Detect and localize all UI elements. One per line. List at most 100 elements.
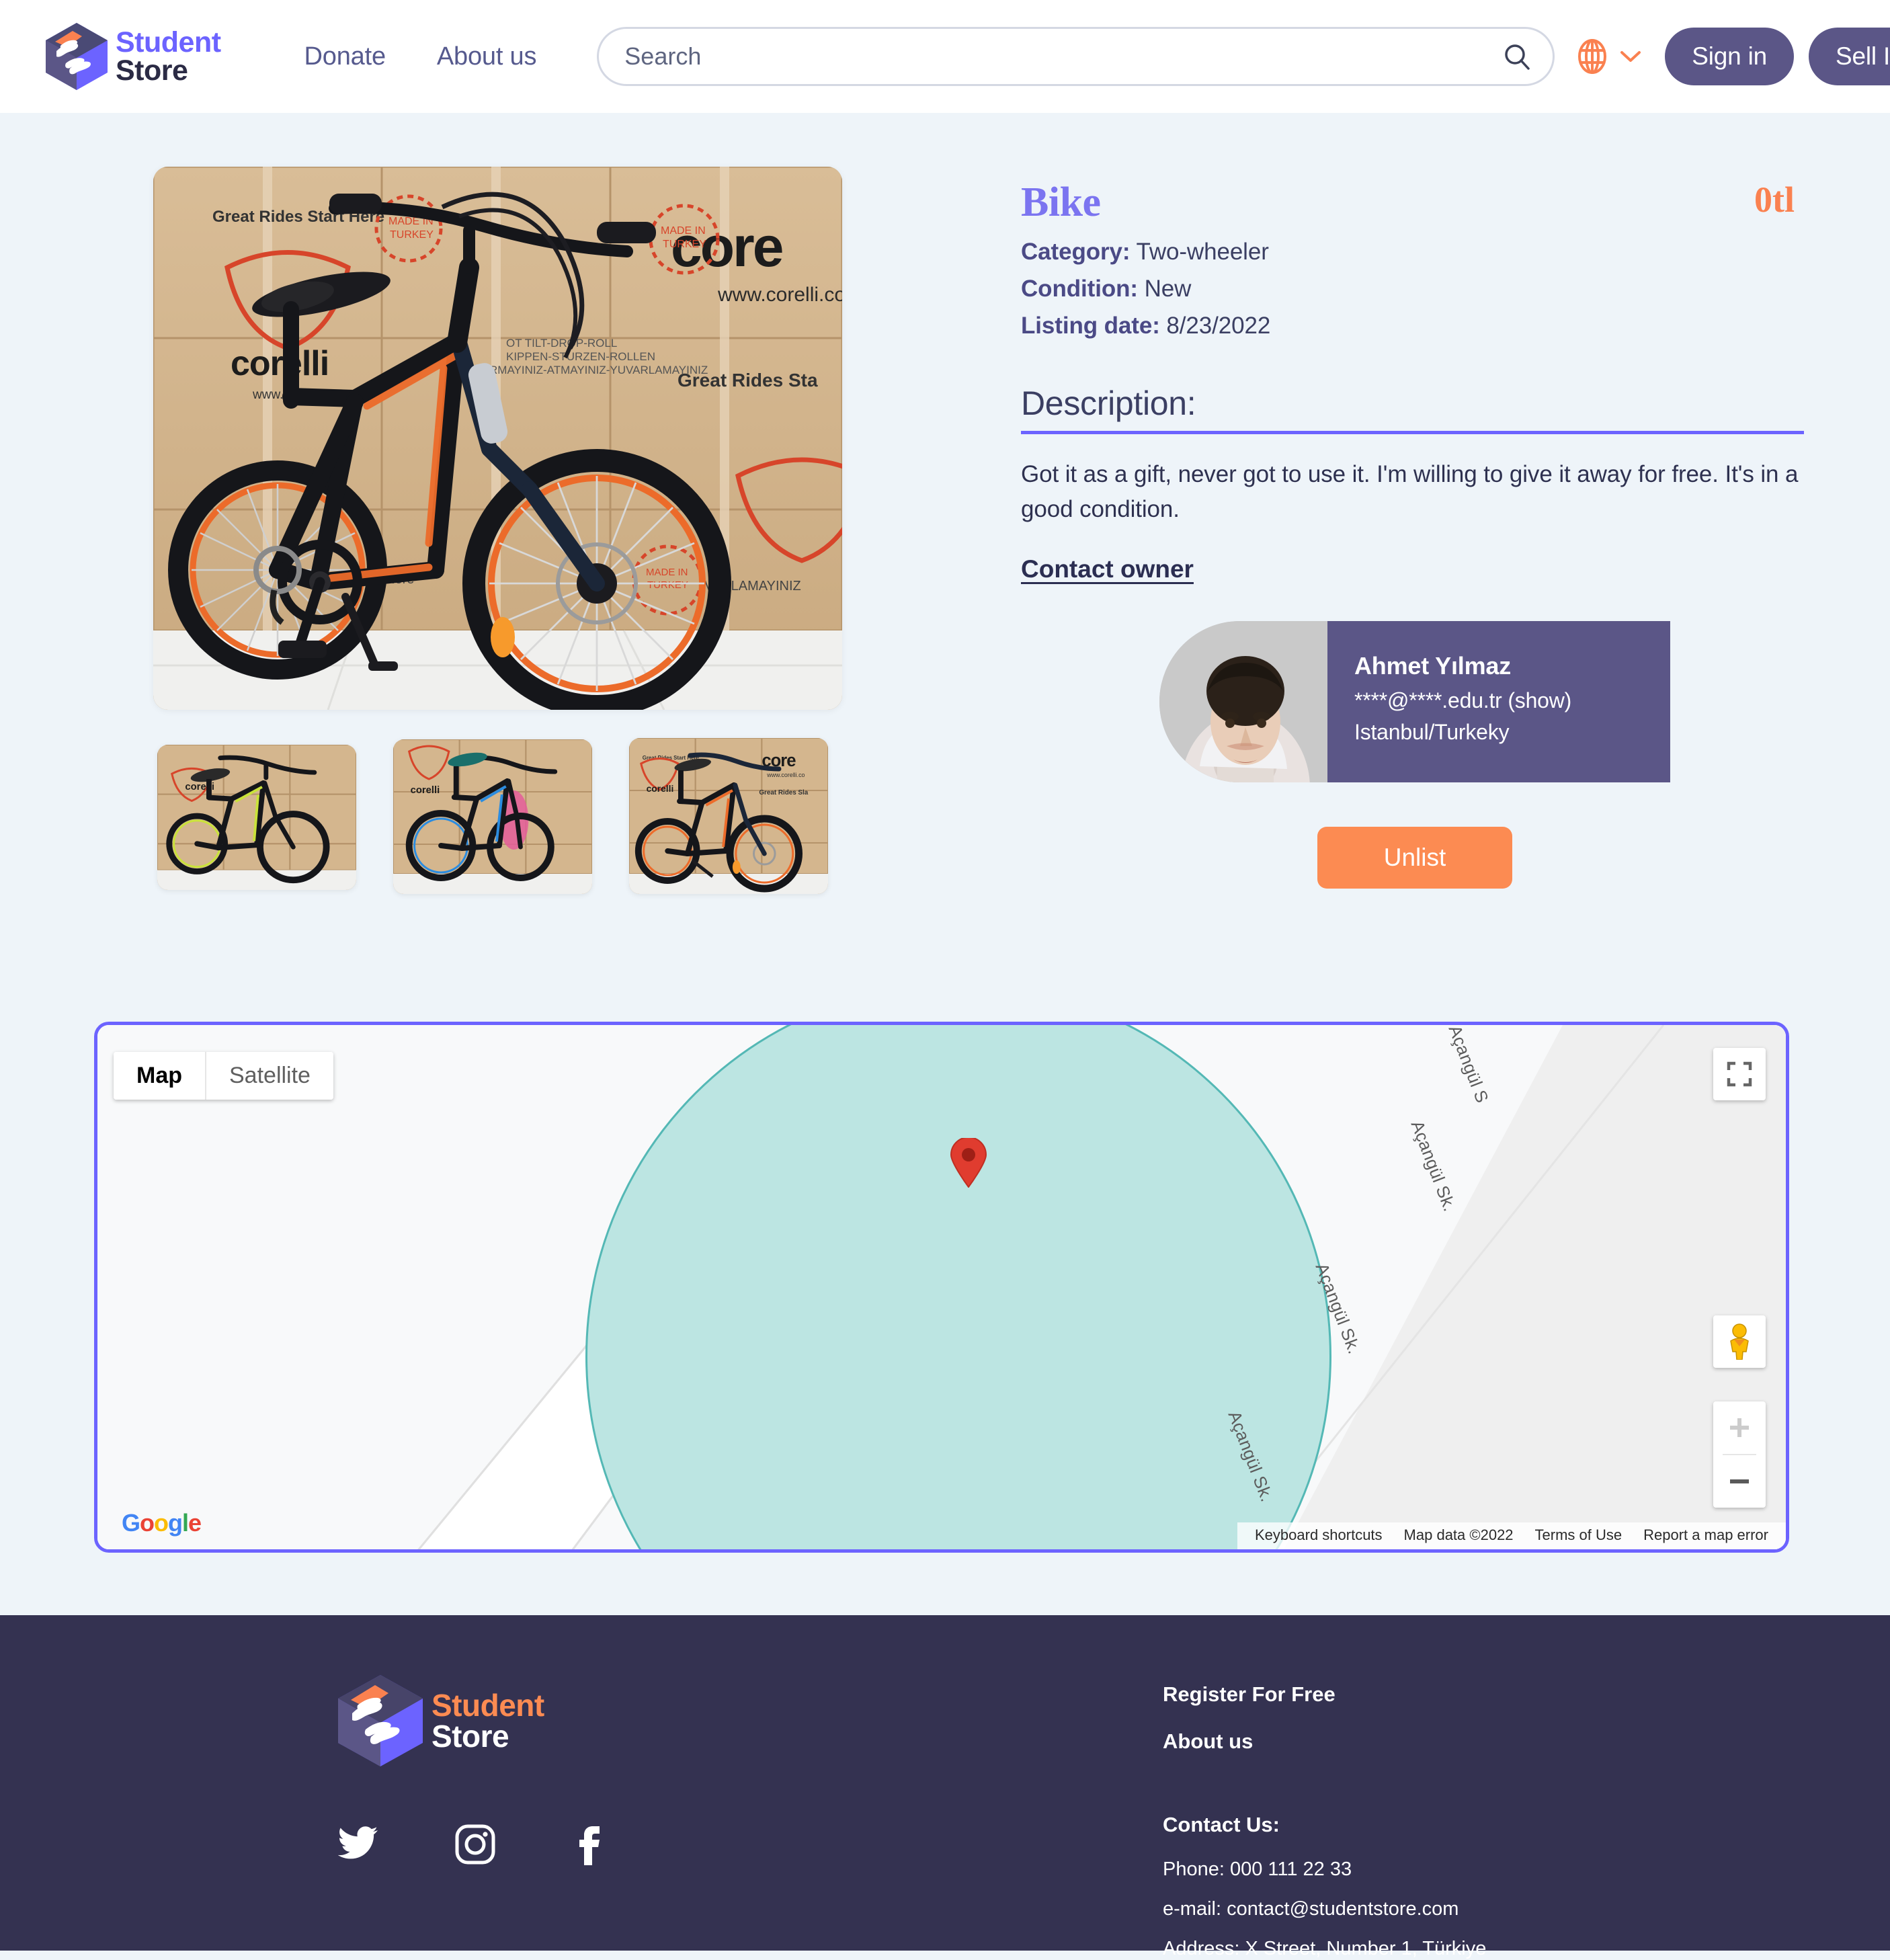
- map-report-error[interactable]: Report a map error: [1633, 1526, 1779, 1544]
- map-pin-icon: [950, 1138, 987, 1188]
- description-body: Got it as a gift, never got to use it. I…: [1021, 461, 1799, 522]
- header-buttons: Sign in Sell Items: [1665, 28, 1890, 85]
- svg-text:www.corelli.co: www.corelli.co: [766, 772, 805, 778]
- listing-details: Bike 0tl Category: Two-wheeler Condition…: [842, 167, 1804, 894]
- zoom-out-button[interactable]: [1713, 1455, 1766, 1508]
- product-gallery: core www.corelli.co corelli www.corelli.…: [153, 167, 842, 894]
- map-attribution: Keyboard shortcuts Map data ©2022 Terms …: [1237, 1522, 1786, 1549]
- fullscreen-icon: [1727, 1061, 1752, 1087]
- search-icon[interactable]: [1502, 42, 1532, 71]
- avatar: [1159, 620, 1327, 782]
- brand-name-line2: Store: [116, 54, 188, 87]
- twitter-icon[interactable]: [337, 1824, 379, 1865]
- footer-email: e-mail: contact@studentstore.com: [1163, 1898, 1459, 1920]
- globe-icon: [1578, 39, 1607, 74]
- footer-phone: Phone: 000 111 22 33: [1163, 1859, 1352, 1880]
- zoom-in-button[interactable]: [1713, 1401, 1766, 1454]
- thumbnail-2[interactable]: corelli: [393, 739, 592, 894]
- owner-name: Ahmet Yılmaz: [1354, 651, 1512, 680]
- main-content: core www.corelli.co corelli www.corelli.…: [0, 113, 1890, 1553]
- svg-text:KIPPEN-STURZEN-ROLLEN: KIPPEN-STURZEN-ROLLEN: [506, 350, 655, 363]
- map-terms-of-use[interactable]: Terms of Use: [1524, 1526, 1633, 1544]
- price-label: 0tl: [1754, 179, 1795, 220]
- site-header: Student Store Donate About us Sign in Se…: [0, 0, 1890, 113]
- pegman-button[interactable]: [1713, 1315, 1766, 1368]
- owner-card: Ahmet Yılmaz ****@****.edu.tr (show) Ist…: [1159, 620, 1670, 782]
- footer-register-link[interactable]: Register For Free: [1163, 1682, 1336, 1707]
- svg-text:MADE IN: MADE IN: [661, 225, 706, 237]
- map-keyboard-shortcuts[interactable]: Keyboard shortcuts: [1244, 1526, 1393, 1544]
- svg-text:TURKEY: TURKEY: [390, 229, 434, 241]
- meta-category-label: Category:: [1021, 239, 1131, 265]
- footer-logo[interactable]: Student Store: [335, 1673, 1163, 1768]
- brand-logo[interactable]: Student Store: [43, 22, 221, 91]
- map-canvas[interactable]: Açangül Sk. Açangül Sk. Açangül Sk. Açan…: [97, 1025, 1786, 1549]
- unlist-container: Unlist: [1159, 826, 1670, 889]
- minus-icon: [1730, 1479, 1749, 1483]
- bike-thumb-green: corelli: [157, 745, 356, 890]
- meta-condition-value: New: [1144, 276, 1192, 302]
- chevron-down-icon: [1620, 51, 1641, 62]
- facebook-icon[interactable]: [571, 1824, 613, 1865]
- description-heading: Description:: [1021, 384, 1804, 434]
- map-radius-circle: [585, 1025, 1331, 1549]
- social-links: [335, 1824, 1163, 1865]
- listing-meta: Category: Two-wheeler Condition: New Lis…: [1021, 239, 1804, 339]
- bike-thumb-orange: core www.corelli.co Great Rides Start He…: [629, 738, 828, 894]
- owner-location: Istanbul/Turkeky: [1354, 719, 1510, 744]
- meta-category-value: Two-wheeler: [1136, 239, 1269, 265]
- thumbnail-1[interactable]: corelli: [157, 745, 356, 890]
- map-type-switcher: Map Satellite: [114, 1052, 333, 1100]
- svg-text:Great Rides Sla: Great Rides Sla: [759, 789, 808, 797]
- language-selector[interactable]: [1575, 39, 1642, 74]
- search-input[interactable]: [597, 27, 1555, 86]
- map-data-copyright: Map data ©2022: [1403, 1526, 1514, 1543]
- sell-items-button[interactable]: Sell Items: [1809, 28, 1890, 85]
- svg-text:www.corelli.co: www.corelli.co: [717, 284, 842, 306]
- meta-condition-label: Condition:: [1021, 276, 1138, 302]
- footer-brand-line2: Store: [432, 1719, 509, 1754]
- sign-in-button[interactable]: Sign in: [1665, 28, 1795, 85]
- meta-listing-date: Listing date: 8/23/2022: [1021, 313, 1804, 339]
- nav-donate[interactable]: Donate: [279, 42, 411, 71]
- footer-address: Address: X Street, Number 1, Türkiye: [1163, 1938, 1487, 1959]
- svg-text:TURKEY: TURKEY: [663, 239, 706, 250]
- thumbnail-3[interactable]: core www.corelli.co Great Rides Start He…: [629, 738, 828, 894]
- page-title: Bike: [1021, 179, 1101, 225]
- svg-text:corelli: corelli: [231, 344, 329, 383]
- plus-icon: [1730, 1418, 1749, 1437]
- meta-category: Category: Two-wheeler: [1021, 239, 1804, 266]
- search-container: [597, 27, 1555, 86]
- svg-text:corelli: corelli: [647, 783, 674, 794]
- nav-about-us[interactable]: About us: [411, 42, 562, 71]
- thumbnail-strip: corelli corelli core www.corelli.co Grea…: [153, 738, 842, 894]
- svg-text:MADE IN: MADE IN: [646, 567, 688, 578]
- product-main-image[interactable]: core www.corelli.co corelli www.corelli.…: [153, 167, 842, 710]
- fullscreen-button[interactable]: [1713, 1048, 1766, 1100]
- site-footer: Student Store Register For Free About us…: [0, 1615, 1890, 1959]
- unlist-button[interactable]: Unlist: [1317, 826, 1512, 889]
- owner-email[interactable]: ****@****.edu.tr (show): [1354, 688, 1670, 713]
- owner-info: Ahmet Yılmaz ****@****.edu.tr (show) Ist…: [1327, 620, 1670, 782]
- svg-text:OT TILT-DROP-ROLL: OT TILT-DROP-ROLL: [506, 337, 617, 350]
- meta-listing-date-value: 8/23/2022: [1166, 313, 1271, 339]
- svg-text:TURKEY: TURKEY: [647, 579, 688, 591]
- bike-thumb-blue: corelli: [393, 739, 592, 894]
- footer-about-link[interactable]: About us: [1163, 1729, 1253, 1754]
- title-row: Bike 0tl: [1021, 179, 1804, 227]
- map-type-map-button[interactable]: Map: [114, 1052, 205, 1100]
- owner-photo: [1159, 620, 1327, 782]
- student-store-logo-icon: [338, 1675, 423, 1766]
- footer-contact-heading: Contact Us:: [1163, 1813, 1280, 1836]
- map-type-satellite-button[interactable]: Satellite: [205, 1052, 333, 1100]
- footer-brand-line1: Student: [432, 1688, 544, 1723]
- meta-condition: Condition: New: [1021, 276, 1804, 302]
- instagram-icon[interactable]: [454, 1824, 496, 1865]
- brand-name-line1: Student: [116, 26, 221, 58]
- location-map[interactable]: Açangül Sk. Açangül Sk. Açangül Sk. Açan…: [94, 1022, 1789, 1553]
- footer-brand-column: Student Store: [0, 1673, 1163, 1951]
- zoom-controls: [1713, 1401, 1766, 1508]
- google-logo: Google: [122, 1509, 202, 1537]
- main-nav: Donate About us: [279, 42, 563, 71]
- contact-owner-link[interactable]: Contact owner: [1021, 555, 1194, 583]
